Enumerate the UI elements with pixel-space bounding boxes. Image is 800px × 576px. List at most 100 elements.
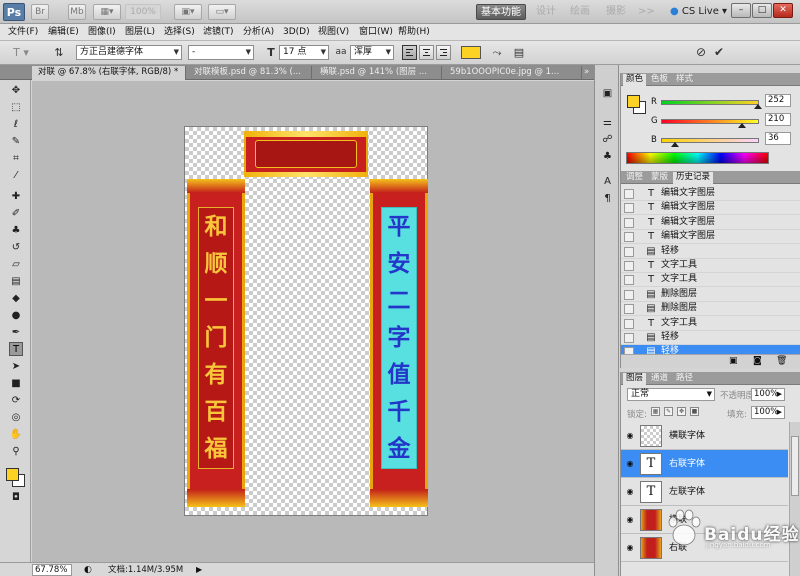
history-item[interactable]: ▤ 删除图层 <box>621 288 800 302</box>
layer-row[interactable]: ◉ 横联字体 <box>621 422 788 450</box>
visibility-eye-icon[interactable]: ◉ <box>625 431 635 441</box>
lock-transparent-icon[interactable]: ▦ <box>651 407 660 416</box>
menu-layer[interactable]: 图层(L) <box>125 26 155 39</box>
history-item[interactable]: ▤ 轻移 <box>621 331 800 345</box>
layers-scrollbar[interactable] <box>789 422 800 576</box>
text-color-swatch[interactable] <box>461 46 481 59</box>
opacity-field[interactable]: 100% ▶ <box>751 388 785 401</box>
cancel-icon[interactable]: ⊘ <box>694 45 708 60</box>
gradient-tool-icon[interactable]: ▤ <box>9 275 23 289</box>
green-slider-thumb[interactable] <box>737 123 746 128</box>
menu-select[interactable]: 选择(S) <box>164 26 195 39</box>
tab-channels[interactable]: 通道 <box>648 373 671 385</box>
bridge-button[interactable]: Br <box>31 4 49 20</box>
menu-window[interactable]: 窗口(W) <box>359 26 393 39</box>
fill-field[interactable]: 100% ▶ <box>751 406 785 419</box>
tab-horizontal-scroll[interactable]: 横联.psd @ 141% (图层 ... <box>314 66 442 80</box>
history-item[interactable]: ▤ 轻移 <box>621 245 800 259</box>
history-brush-source-box[interactable] <box>624 333 634 343</box>
font-size-select[interactable]: 17 点 ▼ <box>279 45 329 60</box>
mini-bridge-button[interactable]: Mb <box>68 4 86 20</box>
workspace-photography[interactable]: 摄影 <box>606 4 626 20</box>
tab-history[interactable]: 历史记录 <box>673 172 714 184</box>
blue-value-field[interactable]: 36 <box>765 132 791 145</box>
workspace-design[interactable]: 设计 <box>536 4 556 20</box>
zoom-level-display[interactable]: 100% <box>125 4 161 20</box>
antialias-select[interactable]: 浑厚 ▼ <box>350 45 394 60</box>
tab-couplet[interactable]: 对联 @ 67.8% (右联字体, RGB/8) * <box>32 66 186 80</box>
new-document-from-state-icon[interactable]: ▣ <box>729 356 738 366</box>
red-slider[interactable] <box>661 100 759 105</box>
hand-tool-icon[interactable]: ✋ <box>9 428 23 442</box>
menu-filter[interactable]: 滤镜(T) <box>203 26 234 39</box>
warp-text-icon[interactable]: ⤳ <box>489 45 505 60</box>
align-left-button[interactable] <box>402 45 417 60</box>
clone-source-icon[interactable]: ♣ <box>599 150 616 164</box>
align-right-button[interactable] <box>436 45 451 60</box>
color-panel-foreground-swatch[interactable] <box>627 95 640 108</box>
menu-file[interactable]: 文件(F) <box>8 26 38 39</box>
lasso-tool-icon[interactable]: ℓ <box>9 118 23 132</box>
history-brush-source-box[interactable] <box>624 261 634 271</box>
delete-trash-icon[interactable]: 🗑 <box>776 356 787 366</box>
quick-select-tool-icon[interactable]: ✎ <box>9 135 23 149</box>
eraser-tool-icon[interactable]: ▱ <box>9 258 23 272</box>
tab-swatches[interactable]: 色板 <box>648 74 671 86</box>
workspace-essentials[interactable]: 基本功能 <box>476 4 526 20</box>
layer-row[interactable]: ◉ T 左联字体 <box>621 478 788 506</box>
crop-tool-icon[interactable]: ⌗ <box>9 152 23 166</box>
maximize-button[interactable]: □ <box>752 3 772 18</box>
history-item[interactable]: T 编辑文字图层 <box>621 216 800 230</box>
font-family-select[interactable]: 方正吕建德字体 ▼ <box>76 45 182 60</box>
path-selection-tool-icon[interactable]: ➤ <box>9 360 23 374</box>
blue-slider-thumb[interactable] <box>670 142 679 147</box>
history-brush-source-box[interactable] <box>624 318 634 329</box>
visibility-eye-icon[interactable]: ◉ <box>625 515 635 525</box>
character-panel-icon[interactable]: A <box>599 175 616 189</box>
lock-image-icon[interactable]: ✎ <box>664 407 673 416</box>
lock-position-icon[interactable]: ✥ <box>677 407 686 416</box>
healing-brush-tool-icon[interactable]: ✚ <box>9 190 23 204</box>
tab-overflow-button[interactable]: » <box>582 66 594 80</box>
history-item[interactable]: T 文字工具 <box>621 273 800 288</box>
text-orientation-icon[interactable]: ⇅ <box>52 45 66 60</box>
history-brush-source-box[interactable] <box>624 189 634 199</box>
visibility-eye-icon[interactable]: ◉ <box>625 459 635 469</box>
visibility-eye-icon[interactable]: ◉ <box>625 487 635 497</box>
brush-presets-icon[interactable]: ☍ <box>599 133 616 147</box>
zoom-field[interactable]: 67.78% <box>32 564 72 576</box>
color-spectrum-bar[interactable] <box>626 152 769 164</box>
history-brush-tool-icon[interactable]: ↺ <box>9 241 23 255</box>
menu-analysis[interactable]: 分析(A) <box>243 26 274 39</box>
blend-mode-select[interactable]: 正常 ▼ <box>627 388 715 401</box>
blur-tool-icon[interactable]: ◆ <box>9 292 23 306</box>
tab-styles[interactable]: 样式 <box>673 74 696 86</box>
new-snapshot-icon[interactable]: ◙ <box>753 356 762 366</box>
commit-check-icon[interactable]: ✔ <box>712 45 726 60</box>
screen-mode-button[interactable]: ▭▾ <box>208 4 236 20</box>
document-canvas[interactable]: 和 顺 一 门 有 百 福 平 安 二 字 值 千 金 <box>184 126 428 516</box>
character-panel-icon[interactable]: ▤ <box>511 45 527 60</box>
shape-tool-icon[interactable]: ■ <box>9 377 23 391</box>
history-brush-source-box[interactable] <box>624 246 634 257</box>
type-tool-icon[interactable]: T <box>9 342 23 356</box>
adjustments-icon[interactable]: ⚌ <box>599 116 616 130</box>
history-brush-source-box[interactable] <box>624 275 634 286</box>
tab-color[interactable]: 颜色 <box>623 74 647 86</box>
history-item[interactable]: T 文字工具 <box>621 259 800 273</box>
history-item[interactable]: T 编辑文字图层 <box>621 201 800 216</box>
layer-row[interactable]: ◉ T 右联字体 <box>621 450 788 478</box>
status-menu-arrow-icon[interactable]: ▶ <box>196 564 202 576</box>
history-item[interactable]: T 文字工具 <box>621 317 800 331</box>
minimize-button[interactable]: – <box>731 3 751 18</box>
zoom-tool-icon[interactable]: ⚲ <box>9 445 23 459</box>
tab-adjustments[interactable]: 调整 <box>623 172 646 184</box>
tab-masks[interactable]: 蒙版 <box>648 172 671 184</box>
history-brush-source-box[interactable] <box>624 289 634 300</box>
menu-help[interactable]: 帮助(H) <box>398 26 430 39</box>
quick-mask-icon[interactable]: ◘ <box>9 491 23 505</box>
clone-stamp-tool-icon[interactable]: ♣ <box>9 224 23 238</box>
tab-couplet-template[interactable]: 对联模板.psd @ 81.3% (... <box>188 66 312 80</box>
history-brush-source-box[interactable] <box>624 232 634 243</box>
font-style-select[interactable]: - ▼ <box>188 45 254 60</box>
